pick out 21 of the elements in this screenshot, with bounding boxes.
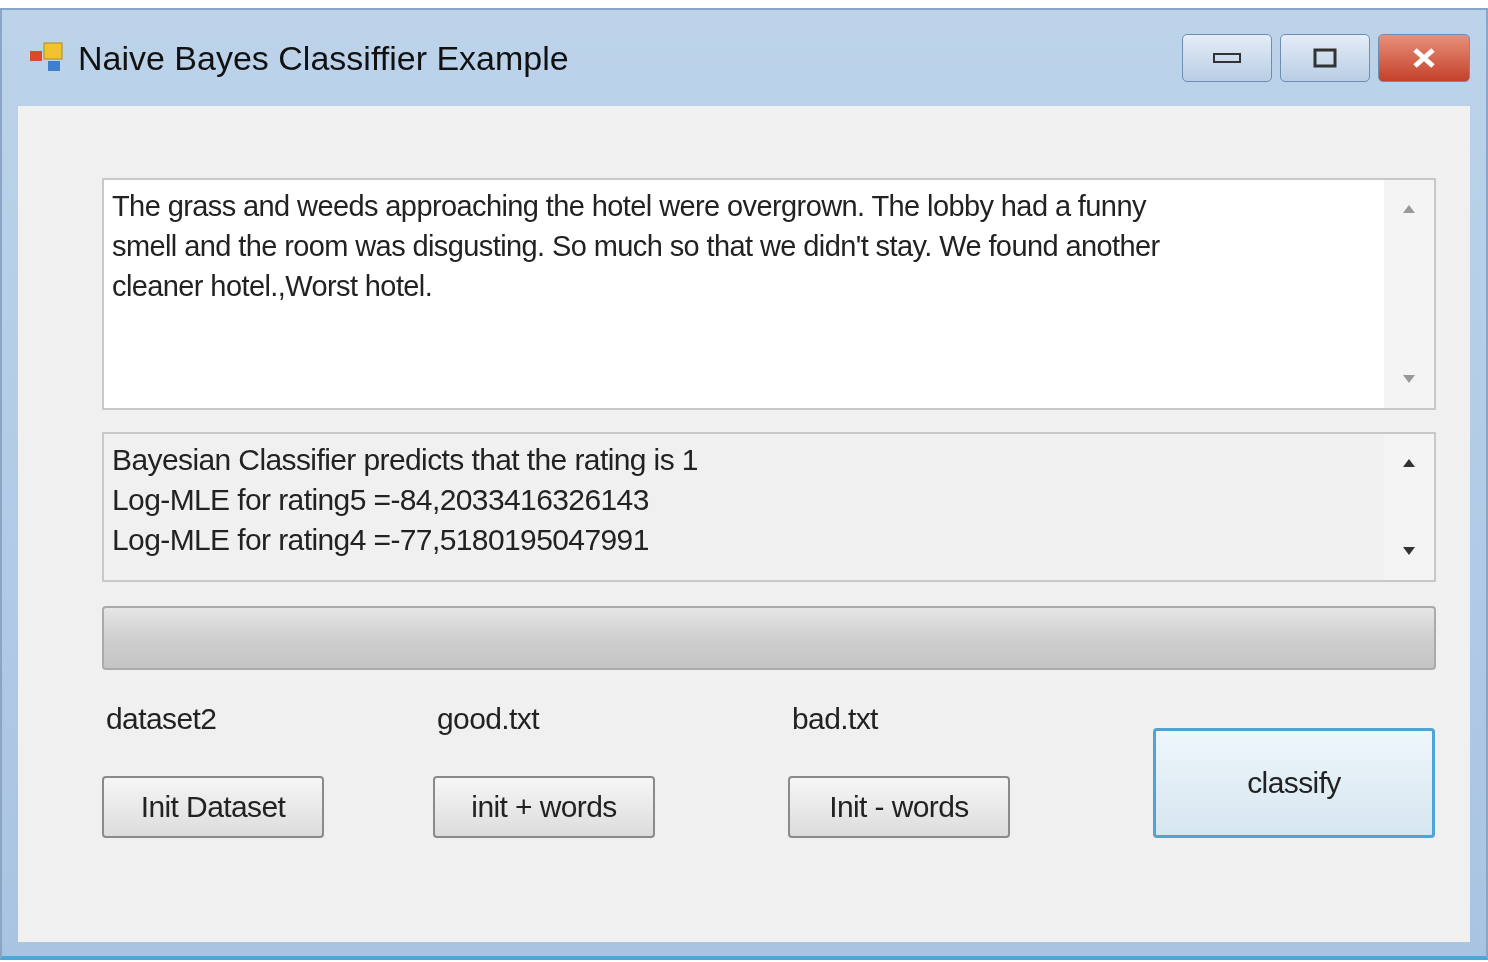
window-title: Naive Bayes Classiffier Example xyxy=(78,38,569,78)
minimize-icon xyxy=(1212,52,1242,64)
action-button[interactable]: Init - words xyxy=(788,776,1010,838)
file-label: bad.txt xyxy=(791,702,879,736)
review-text: The grass and weeds approaching the hotel were overgrown. The lobby had a funny smell and the room was disgusting. So much so that we didn't stay. We found another cleaner hotel.,Worst hotel. xyxy=(111,189,1161,304)
file-label: dataset2 xyxy=(105,702,218,736)
classify-button[interactable]: classify xyxy=(1153,728,1435,838)
action-button[interactable]: Init Dataset xyxy=(102,776,324,838)
output-line: Bayesian Classifier predicts that the rating is 1 xyxy=(112,442,699,478)
scroll-down-icon[interactable] xyxy=(1402,546,1416,556)
minimize-button[interactable] xyxy=(1182,34,1272,82)
output-line: Log-MLE for rating5 =-84,2033416326143 xyxy=(112,482,650,518)
action-button[interactable]: init + words xyxy=(433,776,655,838)
scroll-up-icon[interactable] xyxy=(1402,458,1416,468)
output-text-area[interactable]: Bayesian Classifier predicts that the rating is 1 Log-MLE for rating5 =-84,2033416326143 Log-MLE for rating4 =-77,5180195047991 xyxy=(102,432,1436,582)
close-icon xyxy=(1411,47,1437,69)
close-button[interactable] xyxy=(1378,34,1470,82)
maximize-button[interactable] xyxy=(1280,34,1370,82)
file-label: good.txt xyxy=(436,702,541,736)
maximize-icon xyxy=(1312,47,1338,69)
output-line: Log-MLE for rating4 =-77,5180195047991 xyxy=(112,522,650,558)
